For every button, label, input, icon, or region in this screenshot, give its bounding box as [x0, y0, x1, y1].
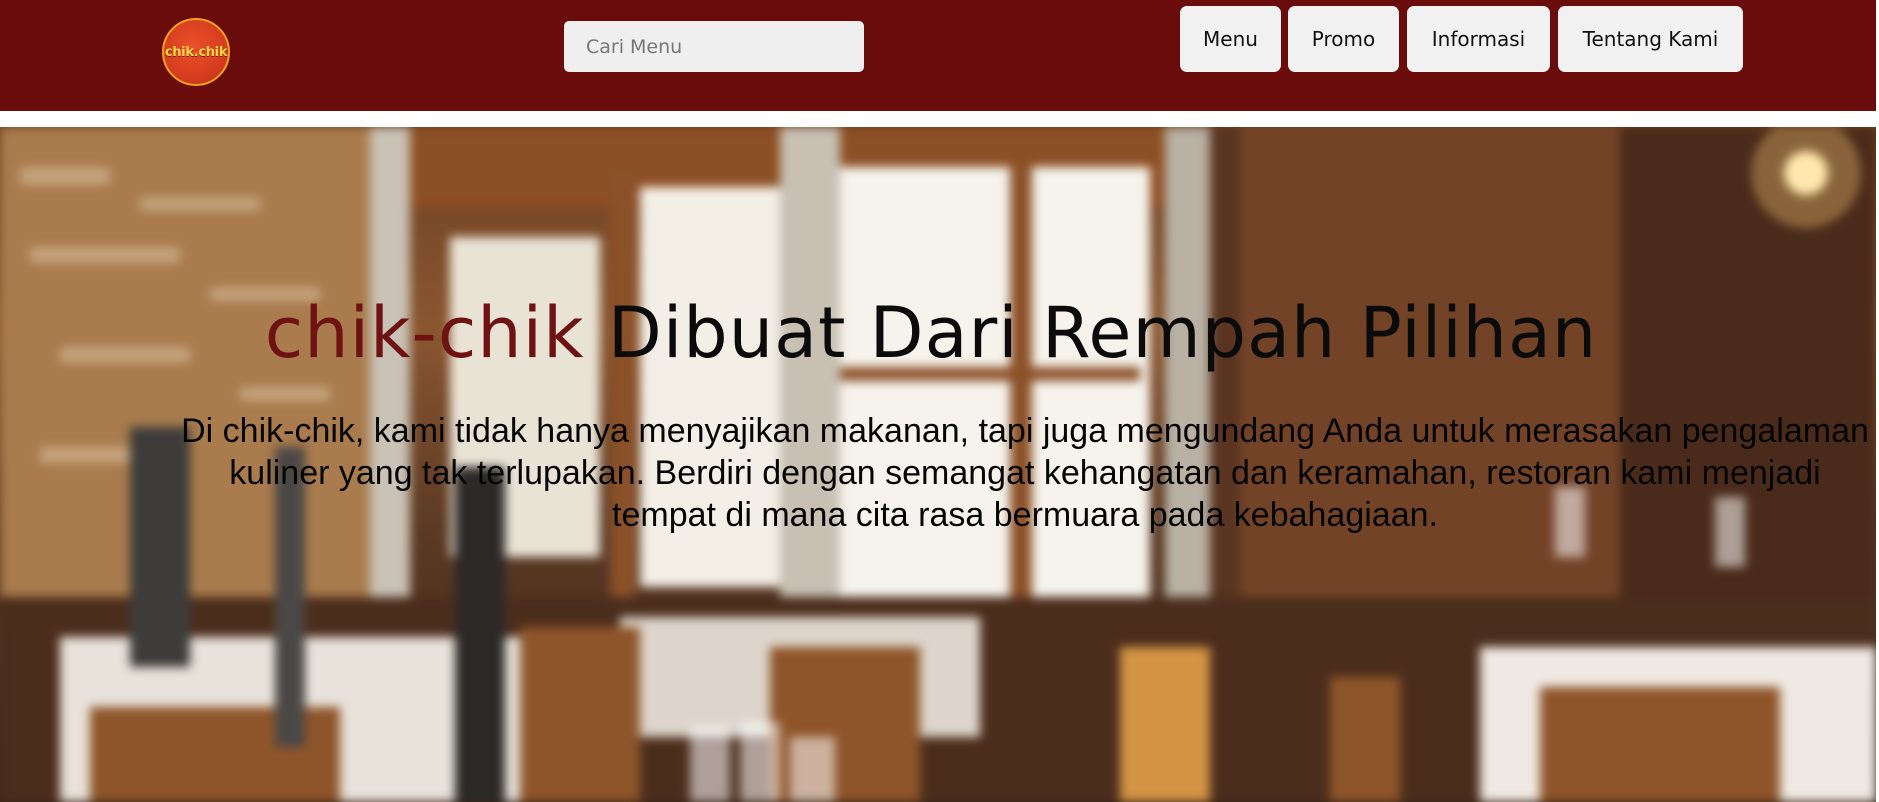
nav-menu-button[interactable]: Menu — [1180, 6, 1281, 72]
hero-description: Di chik-chik, kami tidak hanya menyajika… — [181, 412, 1869, 534]
search-input[interactable] — [564, 21, 864, 72]
hero-title: chik-chik Dibuat Dari Rempah Pilihan — [0, 292, 1862, 374]
nav-informasi-button[interactable]: Informasi — [1407, 6, 1550, 72]
hero-headline: Dibuat Dari Rempah Pilihan — [607, 292, 1598, 374]
site-header: chik.chik Menu Promo Informasi Tentang K… — [0, 0, 1879, 111]
hero-brand-name: chik-chik — [264, 292, 585, 374]
nav-promo-button[interactable]: Promo — [1288, 6, 1399, 72]
header-divider — [0, 111, 1879, 127]
hero-section: chik-chik Dibuat Dari Rempah Pilihan Di … — [0, 127, 1876, 802]
nav-tentang-kami-button[interactable]: Tentang Kami — [1558, 6, 1743, 72]
brand-logo[interactable]: chik.chik — [162, 18, 230, 86]
logo-text: chik.chik — [164, 44, 228, 60]
